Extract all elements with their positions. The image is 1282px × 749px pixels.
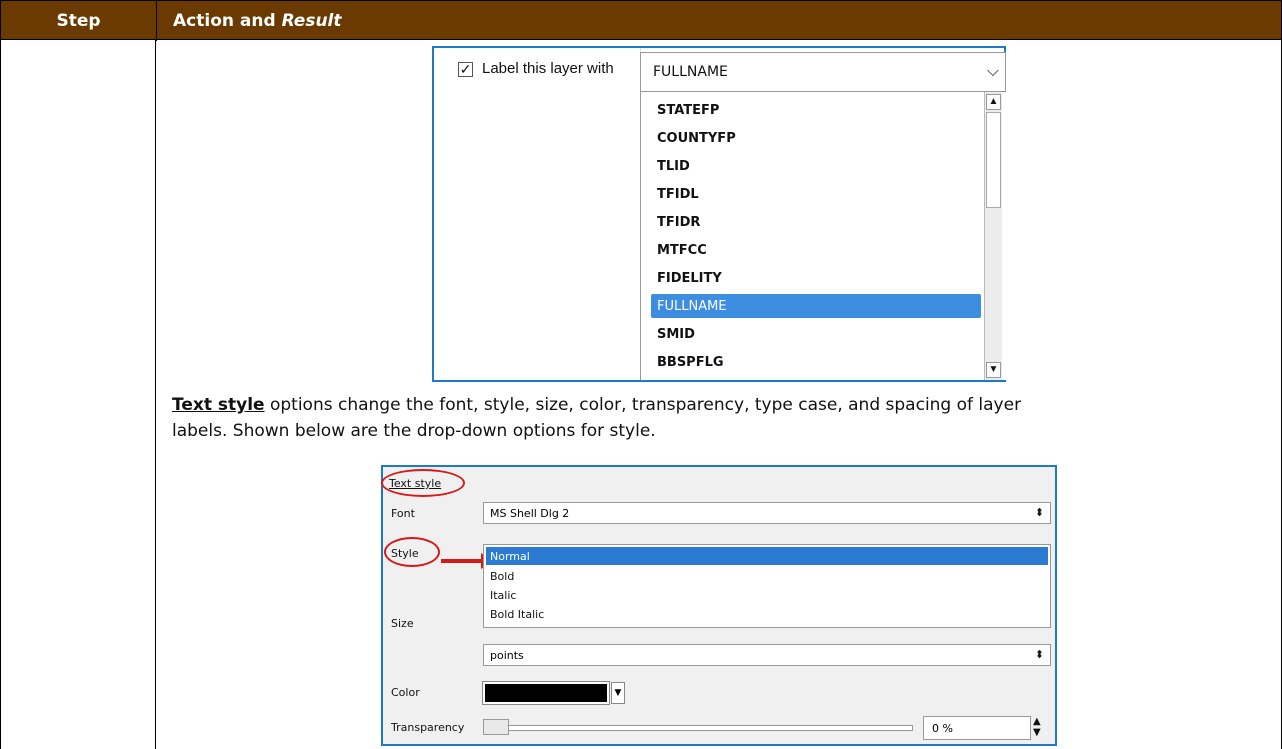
font-label: Font (391, 507, 415, 520)
font-select[interactable]: MS Shell Dlg 2 ⬍ (483, 502, 1051, 524)
annotation-arrow (441, 559, 485, 563)
scroll-down-icon[interactable]: ▼ (986, 362, 1001, 378)
scroll-thumb[interactable] (986, 112, 1001, 208)
label-layer-checkbox[interactable]: ✓ (458, 62, 473, 77)
updown-icon: ⬍ (1034, 648, 1044, 661)
style-option-selected[interactable]: Normal (486, 547, 1048, 565)
spin-arrows-icon[interactable]: ▲ ▼ (1033, 716, 1041, 738)
transparency-spinbox[interactable]: 0 % (923, 716, 1031, 740)
style-option[interactable]: Italic (486, 586, 1048, 604)
list-scrollbar[interactable]: ▲ ▼ (984, 92, 1002, 380)
label-field-value: FULLNAME (653, 64, 728, 80)
header-divider (156, 1, 157, 41)
scroll-up-icon[interactable]: ▲ (986, 94, 1001, 110)
updown-icon: ⬍ (1034, 506, 1044, 519)
step-table: Step Action and Result ✓ Label this laye… (0, 0, 1282, 749)
list-item[interactable]: COUNTYFP (651, 126, 981, 150)
list-item[interactable]: TFIDL (651, 182, 981, 206)
table-header: Step Action and Result (0, 0, 1282, 41)
list-item[interactable]: FIDELITY (651, 266, 981, 290)
label-options-pane: ✓ Label this layer with (434, 48, 641, 380)
label-field-list[interactable]: STATEFP COUNTYFP TLID TFIDL TFIDR MTFCC … (640, 92, 1007, 380)
style-option[interactable]: Bold (486, 567, 1048, 585)
color-swatch-button[interactable] (482, 681, 610, 705)
label-layer-checkbox-label: Label this layer with (482, 60, 614, 77)
text-style-term: Text style (172, 395, 265, 415)
annotation-oval (381, 469, 465, 497)
header-step: Step (56, 11, 101, 31)
text-style-description: Text style options change the font, styl… (172, 392, 1262, 444)
list-item[interactable]: TLID (651, 154, 981, 178)
list-item[interactable]: SMID (651, 322, 981, 346)
annotation-oval (384, 537, 440, 567)
description-line-1: options change the font, style, size, co… (264, 395, 1022, 415)
list-item[interactable]: MTFCC (651, 238, 981, 262)
size-unit-select[interactable]: points ⬍ (483, 644, 1051, 666)
header-action-text: Action and (173, 11, 276, 31)
header-result-text: Result (281, 11, 342, 31)
style-option[interactable]: Bold Italic (486, 605, 1048, 623)
transparency-value: 0 % (932, 721, 953, 735)
list-item[interactable]: BBSPFLG (651, 350, 981, 374)
cell-border (0, 40, 1, 749)
text-style-screenshot: Text style Font MS Shell Dlg 2 ⬍ Style N… (381, 465, 1057, 746)
transparency-label: Transparency (391, 721, 465, 734)
style-dropdown-list[interactable]: Normal Bold Italic Bold Italic (483, 544, 1051, 628)
chevron-down-icon[interactable]: ▼ (611, 682, 625, 704)
list-item-selected[interactable]: FULLNAME (651, 294, 981, 318)
chevron-down-icon[interactable]: ⌵ (987, 63, 999, 81)
description-line-2: labels. Shown below are the drop-down op… (172, 421, 656, 441)
size-unit-value: points (490, 648, 524, 662)
header-action: Action and Result (173, 1, 342, 41)
transparency-slider-handle[interactable] (483, 719, 509, 735)
list-item[interactable]: STATEFP (651, 98, 981, 122)
transparency-slider-track[interactable] (483, 725, 913, 731)
size-label: Size (391, 617, 414, 630)
color-label: Color (391, 686, 420, 699)
font-value: MS Shell Dlg 2 (490, 506, 570, 520)
list-item[interactable]: TFIDR (651, 210, 981, 234)
label-layer-screenshot: ✓ Label this layer with FULLNAME ⌵ STATE… (432, 46, 1007, 382)
cell-border (155, 40, 156, 749)
label-field-combobox[interactable]: FULLNAME ⌵ (640, 52, 1006, 92)
